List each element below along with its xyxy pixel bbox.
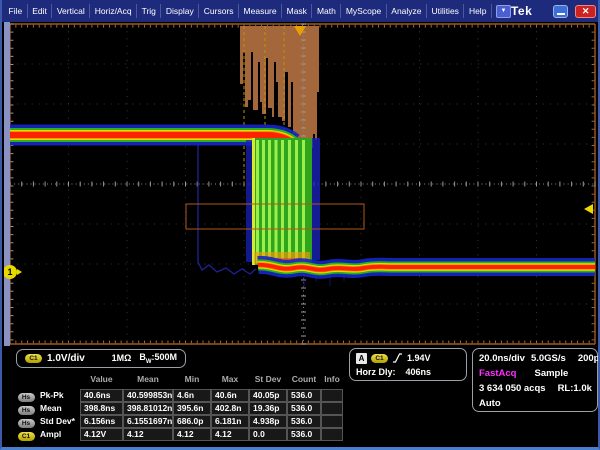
col-mean: Mean xyxy=(123,374,173,386)
chevron-down-icon: ▼ xyxy=(500,8,506,14)
cell-stdev: 19.36p xyxy=(249,402,287,415)
menu-horiz-acq[interactable]: Horiz/Acq xyxy=(90,4,137,18)
horz-delay-label: Horz Dly: xyxy=(356,367,396,377)
menu-cursors[interactable]: Cursors xyxy=(199,4,239,18)
cell-count: 536.0 xyxy=(287,428,321,441)
menu-math[interactable]: Math xyxy=(312,4,341,18)
left-border-strip xyxy=(4,22,10,346)
table-row[interactable]: Hs Std Dev* 6.156ns 6.1551697n 686.0p 6.… xyxy=(14,412,343,425)
cell-min: 686.0p xyxy=(173,415,211,428)
timebase: 20.0ns/div xyxy=(479,353,525,364)
horizontal-readout-panel[interactable]: 20.0ns/div 5.0GS/s 200ps/pt FastAcq Samp… xyxy=(472,348,598,412)
measurement-header-row: Value Mean Min Max St Dev Count Info xyxy=(14,373,343,386)
measurement-label: Mean xyxy=(38,403,80,413)
cell-count: 536.0 xyxy=(287,415,321,428)
input-impedance: 1MΩ xyxy=(112,353,132,363)
measurement-label: Pk-Pk xyxy=(38,390,80,400)
cell-value: 398.8ns xyxy=(80,402,123,415)
menu-bar: File Edit Vertical Horiz/Acq Trig Displa… xyxy=(2,0,600,22)
cell-min: 4.12 xyxy=(173,428,211,441)
channel-1-marker[interactable]: 1 xyxy=(4,265,22,279)
minimize-button[interactable] xyxy=(553,5,568,18)
cell-count: 536.0 xyxy=(287,389,321,402)
waveform-trace xyxy=(10,135,595,288)
svg-text:1: 1 xyxy=(7,267,12,277)
waveform-display[interactable]: 1 xyxy=(4,22,600,346)
menu-analyze[interactable]: Analyze xyxy=(387,4,427,18)
cell-info xyxy=(321,402,343,415)
table-row[interactable]: Hs Mean 398.8ns 398.81012n 395.6n 402.8n… xyxy=(14,399,343,412)
cell-value: 4.12V xyxy=(80,428,123,441)
cell-count: 536.0 xyxy=(287,402,321,415)
close-button[interactable]: ✕ xyxy=(575,5,596,18)
record-length: RL:1.0k xyxy=(558,383,592,394)
trigger-readout-panel[interactable]: A C1 1.94V Horz Dly: 406ns xyxy=(349,348,467,381)
trigger-source-badge: C1 xyxy=(371,354,388,363)
cell-min: 395.6n xyxy=(173,402,211,415)
table-row[interactable]: C1 Ampl 4.12V 4.12 4.12 4.12 0.0 536.0 xyxy=(14,425,343,438)
menu-help[interactable]: Help xyxy=(464,4,491,18)
menu-myscope[interactable]: MyScope xyxy=(341,4,386,18)
cell-value: 40.6ns xyxy=(80,389,123,402)
measurement-label: Std Dev* xyxy=(38,416,80,426)
cell-info xyxy=(321,428,343,441)
col-min: Min xyxy=(173,374,211,386)
col-stdev: St Dev xyxy=(249,374,287,386)
cell-max: 6.181n xyxy=(211,415,249,428)
cell-info xyxy=(321,415,343,428)
menu-measure[interactable]: Measure xyxy=(239,4,282,18)
cell-info xyxy=(321,389,343,402)
source-badge: C1 xyxy=(18,432,35,441)
sample-rate: 5.0GS/s xyxy=(531,353,566,364)
horz-delay-value: 406ns xyxy=(406,367,432,377)
menu-file[interactable]: File xyxy=(4,4,28,18)
menu-trig[interactable]: Trig xyxy=(137,4,161,18)
cell-max: 4.12 xyxy=(211,428,249,441)
menu-overflow-button[interactable]: ▼ xyxy=(496,5,511,18)
acq-style: Sample xyxy=(534,368,568,379)
rising-edge-icon xyxy=(392,352,403,364)
cell-mean: 6.1551697n xyxy=(123,415,173,428)
measurement-label: Ampl xyxy=(38,429,80,439)
close-icon: ✕ xyxy=(582,6,590,17)
vertical-scale: 1.0V/div xyxy=(47,353,85,364)
menu-edit[interactable]: Edit xyxy=(28,4,53,18)
cell-stdev: 40.05p xyxy=(249,389,287,402)
measurement-table: Value Mean Min Max St Dev Count Info Hs … xyxy=(14,373,343,438)
cell-mean: 40.599853n xyxy=(123,389,173,402)
channel-badge: C1 xyxy=(25,354,42,363)
cell-stdev: 4.938p xyxy=(249,415,287,428)
menu-mask[interactable]: Mask xyxy=(282,4,312,18)
cell-stdev: 0.0 xyxy=(249,428,287,441)
tek-logo: Tek xyxy=(511,4,532,18)
waveform-canvas[interactable]: 1 xyxy=(4,22,600,346)
cell-max: 402.8n xyxy=(211,402,249,415)
col-info: Info xyxy=(321,374,343,386)
menu-utilities[interactable]: Utilities xyxy=(427,4,464,18)
col-count: Count xyxy=(287,374,321,386)
table-row[interactable]: Hs Pk-Pk 40.6ns 40.599853n 4.6n 40.6n 40… xyxy=(14,386,343,399)
trigger-level: 1.94V xyxy=(407,353,431,363)
col-value: Value xyxy=(80,374,123,386)
col-max: Max xyxy=(211,374,249,386)
acq-mode: FastAcq xyxy=(479,368,516,379)
trigger-a-badge: A xyxy=(356,353,367,364)
resolution: 200ps/pt xyxy=(578,353,600,364)
cell-mean: 4.12 xyxy=(123,428,173,441)
cell-max: 40.6n xyxy=(211,389,249,402)
cell-mean: 398.81012n xyxy=(123,402,173,415)
menu-display[interactable]: Display xyxy=(161,4,199,18)
cell-min: 4.6n xyxy=(173,389,211,402)
channel-readout-panel[interactable]: C1 1.0V/div 1MΩ BW:500M xyxy=(16,349,186,368)
minimize-icon xyxy=(557,13,565,15)
menu-vertical[interactable]: Vertical xyxy=(52,4,90,18)
trigger-level-marker[interactable] xyxy=(584,204,593,214)
trigger-mode: Auto xyxy=(479,398,501,409)
acq-count: 3 634 050 acqs xyxy=(479,383,546,394)
bandwidth-limit: BW:500M xyxy=(139,352,177,365)
oscilloscope-window: File Edit Vertical Horiz/Acq Trig Displa… xyxy=(0,0,600,450)
cell-value: 6.156ns xyxy=(80,415,123,428)
